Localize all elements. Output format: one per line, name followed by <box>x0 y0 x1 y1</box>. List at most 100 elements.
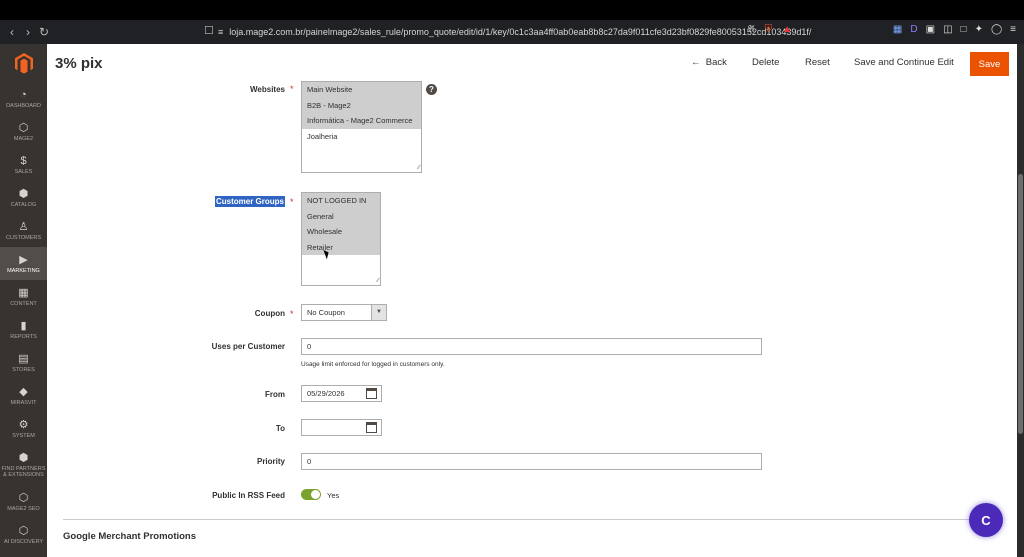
menu-icon[interactable]: ≡ <box>1010 24 1016 35</box>
store-icon: ▤ <box>18 352 29 365</box>
calendar-icon[interactable] <box>366 388 377 399</box>
screenshot-icon[interactable]: □ <box>961 24 967 35</box>
sidebar-item-mage2[interactable]: ⬡ Mage2 <box>0 115 47 148</box>
customer-group-option[interactable]: Retailer <box>302 239 380 255</box>
site-settings-icon[interactable]: ≡ <box>218 27 223 37</box>
priority-input[interactable]: 0 <box>301 453 762 470</box>
url-text: loja.mage2.com.br/painelmage2/sales_rule… <box>229 27 812 37</box>
back-arrow-icon[interactable]: ‹ <box>4 24 20 40</box>
main-content: 3% pix ← Back Delete Reset Save and Cont… <box>47 44 1017 557</box>
chat-assistant-button[interactable]: C <box>969 503 1003 537</box>
hexagon-icon: ⬡ <box>18 491 29 504</box>
reset-button[interactable]: Reset <box>805 57 830 68</box>
back-label: Back <box>705 57 727 68</box>
dashboard-icon: ◔ <box>20 88 27 101</box>
back-button[interactable]: ← Back <box>691 57 727 68</box>
sidebar-item-dashboard[interactable]: ◔ Dashboard <box>0 82 47 115</box>
sidebar-item-mirasvit[interactable]: ◆ Mirasvit <box>0 379 47 412</box>
cube-icon: ⬢ <box>18 187 29 200</box>
sidebar-item-customers[interactable]: ♙ Customers <box>0 214 47 247</box>
content-icon: ▦ <box>18 286 29 299</box>
customer-group-option[interactable]: Wholesale <box>302 224 380 240</box>
page-header: 3% pix ← Back Delete Reset Save and Cont… <box>47 44 1017 84</box>
vpn-icon[interactable]: ◯ <box>991 24 1002 35</box>
calendar-icon[interactable] <box>366 422 377 433</box>
delete-button[interactable]: Delete <box>752 57 779 68</box>
rss-feed-label: Public In RSS Feed <box>212 491 285 500</box>
bar-chart-icon: ▮ <box>20 319 27 332</box>
customer-group-option[interactable]: General <box>302 208 380 224</box>
admin-sidebar: ◔ Dashboard ⬡ Mage2 $ Sales ⬢ Catalog ♙ Custo… <box>0 44 47 557</box>
from-label: From <box>265 390 285 399</box>
websites-option[interactable]: Informática - Mage2 Commerce <box>302 113 421 129</box>
sidebar-item-stores[interactable]: ▤ Stores <box>0 346 47 379</box>
resize-grip-icon[interactable]: ∕∕ <box>377 278 379 284</box>
magento-logo[interactable] <box>0 44 47 82</box>
save-and-continue-button[interactable]: Save and Continue Edit <box>854 57 954 68</box>
websites-option[interactable]: Joalheria <box>302 129 421 145</box>
reload-icon[interactable]: ↻ <box>36 24 52 40</box>
section-divider <box>63 519 998 520</box>
sidebar-item-reports[interactable]: ▮ Reports <box>0 313 47 346</box>
browser-toolbar: ‹ › ↻ ☐ ≡ loja.mage2.com.br/painelmage2/… <box>0 20 1024 44</box>
required-marker: * <box>290 84 294 94</box>
to-date-input[interactable] <box>301 419 382 436</box>
customer-groups-label: Customer Groups <box>165 196 285 207</box>
resize-grip-icon[interactable]: ∕∕ <box>418 165 420 171</box>
customer-group-option[interactable]: NOT LOGGED IN <box>302 193 380 209</box>
bookmark-icon[interactable]: ☐ <box>204 24 214 37</box>
required-marker: * <box>290 197 294 207</box>
hexagon-icon: ⬡ <box>18 121 29 134</box>
websites-multiselect[interactable]: Main Website B2B - Mage2 Informática - M… <box>301 81 422 173</box>
rss-feed-toggle[interactable] <box>301 489 321 500</box>
megaphone-icon: ▶ <box>19 253 28 266</box>
sidebar-item-ai-discovery[interactable]: ⬡ AI Discovery <box>0 518 47 551</box>
rewards-icon[interactable]: ▲ <box>782 24 792 35</box>
sidebar-icon[interactable]: ◫ <box>943 24 952 35</box>
customer-groups-multiselect[interactable]: NOT LOGGED IN General Wholesale Retailer… <box>301 192 381 286</box>
websites-option[interactable]: Main Website <box>302 82 421 98</box>
page-title: 3% pix <box>55 55 103 72</box>
gear-icon: ⚙ <box>18 418 29 431</box>
required-marker: * <box>290 309 294 319</box>
uses-per-customer-note: Usage limit enforced for logged in custo… <box>301 361 445 368</box>
google-merchant-section-title[interactable]: Google Merchant Promotions <box>63 531 196 542</box>
to-label: To <box>275 424 285 433</box>
page-scrollbar[interactable] <box>1017 44 1024 557</box>
address-bar[interactable]: ≡ loja.mage2.com.br/painelmage2/sales_ru… <box>218 23 811 41</box>
coupon-select[interactable]: No Coupon ▼ <box>301 304 387 321</box>
box-icon: ⬢ <box>18 452 29 464</box>
sidebar-item-sales[interactable]: $ Sales <box>0 148 47 181</box>
sidebar-item-content[interactable]: ▦ Content <box>0 280 47 313</box>
forward-arrow-icon[interactable]: › <box>20 24 36 40</box>
toggle-knob <box>311 490 320 499</box>
diamond-icon: ◆ <box>19 385 28 398</box>
from-date-input[interactable]: 05/29/2026 <box>301 385 382 402</box>
d-extension-icon[interactable]: D <box>910 24 917 35</box>
rss-feed-toggle-label: Yes <box>327 491 340 500</box>
help-icon[interactable]: ? <box>426 84 437 95</box>
extension-icon[interactable]: ▦ <box>893 24 902 35</box>
person-icon: ♙ <box>18 220 29 233</box>
coupon-select-value: No Coupon <box>307 308 345 317</box>
sidebar-item-find-partners[interactable]: ⬢ Find Partners & Extensions <box>0 445 47 485</box>
translate-icon[interactable]: 𝔄 <box>748 24 755 35</box>
sidebar-item-catalog[interactable]: ⬢ Catalog <box>0 181 47 214</box>
sidebar-item-marketing[interactable]: ▶ Marketing <box>0 247 47 280</box>
arrow-left-icon: ← <box>691 57 701 68</box>
priority-label: Priority <box>256 457 285 466</box>
puzzle-icon[interactable]: ▣ <box>926 24 935 35</box>
from-date-value: 05/29/2026 <box>307 389 345 398</box>
uses-per-customer-label: Uses per Customer <box>211 342 285 351</box>
leo-icon[interactable]: ✦ <box>975 24 983 35</box>
brave-shield-icon[interactable]: ⛨ <box>765 24 773 35</box>
hexagon-icon: ⬡ <box>18 524 29 537</box>
uses-per-customer-input[interactable]: 0 <box>301 338 762 355</box>
scrollbar-thumb[interactable] <box>1018 174 1023 434</box>
customer-groups-label-text: Customer Groups <box>214 196 285 207</box>
websites-option[interactable]: B2B - Mage2 <box>302 97 421 113</box>
dollar-icon: $ <box>20 154 27 167</box>
save-button[interactable]: Save <box>970 52 1009 76</box>
sidebar-item-system[interactable]: ⚙ System <box>0 412 47 445</box>
sidebar-item-mage2-seo[interactable]: ⬡ Mage2 SEO <box>0 485 47 518</box>
